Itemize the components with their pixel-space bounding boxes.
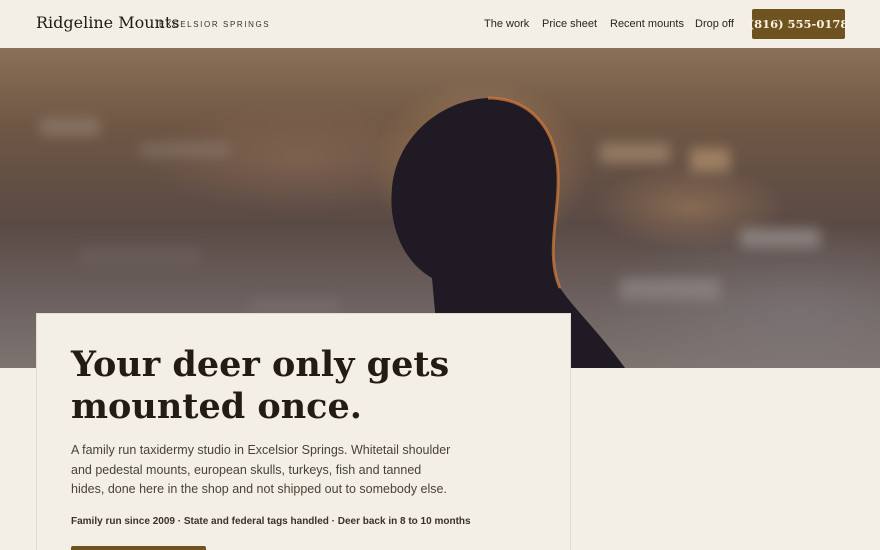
nav-price-sheet[interactable]: Price sheet <box>542 18 597 30</box>
intro-description: A family run taxidermy studio in Excelsi… <box>71 443 451 496</box>
brand-logo[interactable]: Ridgeline Mounts <box>36 13 179 32</box>
primary-cta-button[interactable] <box>71 546 206 550</box>
page-headline: Your deer only gets mounted once. <box>71 344 450 427</box>
nav-recent-mounts[interactable]: Recent mounts <box>610 18 684 30</box>
brand-location: EXCELSIOR SPRINGS <box>159 20 271 29</box>
nav-the-work[interactable]: The work <box>484 18 529 30</box>
trust-facts: Family run since 2009 · State and federa… <box>71 516 471 527</box>
hero-card: Your deer only gets mounted once. A fami… <box>36 313 571 550</box>
nav-drop-off[interactable]: Drop off <box>695 18 734 30</box>
site-header: Ridgeline Mounts EXCELSIOR SPRINGS The w… <box>0 0 880 48</box>
phone-call-button[interactable]: (816) 555-0178 <box>749 9 848 39</box>
